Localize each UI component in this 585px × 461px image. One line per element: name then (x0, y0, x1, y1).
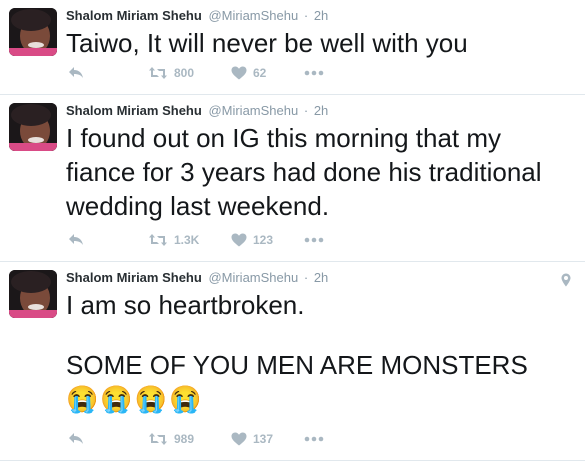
heart-icon (231, 66, 247, 80)
tweet[interactable]: Shalom Miriam Shehu @MiriamShehu · 2h Ta… (0, 0, 585, 95)
retweet-icon (148, 432, 168, 446)
separator: · (303, 8, 309, 23)
tweet-text-blank-line (66, 322, 575, 348)
retweet-icon (148, 233, 168, 247)
avatar[interactable] (9, 270, 57, 318)
reply-icon (68, 432, 84, 446)
author-name[interactable]: Shalom Miriam Shehu (66, 103, 202, 118)
reply-icon (68, 66, 84, 80)
more-icon (304, 237, 324, 243)
tweet-text-line: I am so heartbroken. (66, 290, 305, 320)
author-handle[interactable]: @MiriamShehu (208, 8, 298, 23)
retweet-icon (148, 66, 168, 80)
tweet-text-line: SOME OF YOU MEN ARE MONSTERS (66, 350, 528, 380)
reply-button[interactable] (68, 233, 148, 247)
location-pin-icon (561, 273, 571, 291)
timestamp[interactable]: 2h (314, 103, 328, 118)
tweet-text: I found out on IG this morning that my f… (66, 121, 575, 223)
more-icon (304, 436, 324, 442)
heart-icon (231, 432, 247, 446)
like-button[interactable]: 62 (231, 66, 304, 80)
separator: · (303, 103, 309, 118)
more-button[interactable] (304, 70, 324, 76)
timestamp[interactable]: 2h (314, 8, 328, 23)
author-name[interactable]: Shalom Miriam Shehu (66, 270, 202, 285)
separator: · (303, 270, 309, 285)
avatar[interactable] (9, 8, 57, 56)
tweet-text-line: Taiwo, It will never be well with you (66, 28, 468, 58)
retweet-count: 989 (174, 432, 195, 446)
retweet-button[interactable]: 1.3K (148, 233, 231, 247)
retweet-button[interactable]: 800 (148, 66, 231, 80)
author-handle[interactable]: @MiriamShehu (208, 270, 298, 285)
tweet-text-line: wedding last weekend. (66, 191, 330, 221)
reply-icon (68, 233, 84, 247)
tweet-actions: 989 137 (68, 429, 324, 449)
like-count: 137 (253, 432, 274, 446)
tweet-header: Shalom Miriam Shehu @MiriamShehu · 2h (66, 269, 575, 286)
tweet-text-line: I found out on IG this morning that my (66, 123, 502, 153)
retweet-button[interactable]: 989 (148, 432, 231, 446)
tweet-header: Shalom Miriam Shehu @MiriamShehu · 2h (66, 102, 575, 119)
tweet[interactable]: Shalom Miriam Shehu @MiriamShehu · 2h I … (0, 95, 585, 262)
reply-button[interactable] (68, 432, 148, 446)
like-count: 62 (253, 66, 267, 80)
tweet-actions: 800 62 (68, 63, 324, 83)
avatar[interactable] (9, 103, 57, 151)
more-button[interactable] (304, 436, 324, 442)
author-name[interactable]: Shalom Miriam Shehu (66, 8, 202, 23)
crying-emoji-row: 😭😭😭😭 (66, 384, 204, 414)
retweet-count: 800 (174, 66, 195, 80)
tweet-header: Shalom Miriam Shehu @MiriamShehu · 2h (66, 7, 575, 24)
like-button[interactable]: 123 (231, 233, 304, 247)
tweet-text: Taiwo, It will never be well with you (66, 26, 575, 60)
like-button[interactable]: 137 (231, 432, 304, 446)
tweet[interactable]: Shalom Miriam Shehu @MiriamShehu · 2h I … (0, 262, 585, 461)
more-button[interactable] (304, 237, 324, 243)
author-handle[interactable]: @MiriamShehu (208, 103, 298, 118)
heart-icon (231, 233, 247, 247)
timestamp[interactable]: 2h (314, 270, 328, 285)
reply-button[interactable] (68, 66, 148, 80)
tweet-actions: 1.3K 123 (68, 230, 324, 250)
retweet-count: 1.3K (174, 233, 200, 247)
tweet-text-line: fiance for 3 years had done his traditio… (66, 157, 542, 187)
more-icon (304, 70, 324, 76)
tweet-text: I am so heartbroken. SOME OF YOU MEN ARE… (66, 288, 575, 416)
like-count: 123 (253, 233, 274, 247)
location-button[interactable] (561, 273, 571, 292)
